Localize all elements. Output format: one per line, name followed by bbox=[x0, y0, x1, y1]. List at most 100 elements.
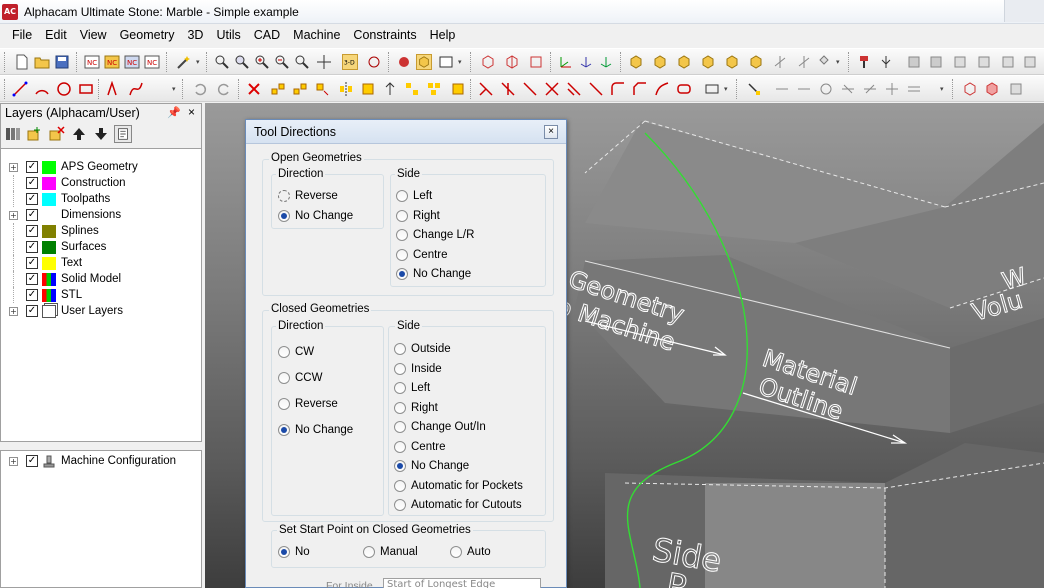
radio-button[interactable] bbox=[278, 424, 290, 436]
radio-no-change[interactable]: No Change bbox=[394, 460, 469, 472]
layers-tree-icon[interactable] bbox=[4, 125, 22, 143]
zoom-previous-icon[interactable] bbox=[294, 54, 310, 70]
axis-work-plane-icon[interactable] bbox=[598, 54, 614, 70]
layer-checkbox[interactable]: ✓ bbox=[26, 177, 38, 189]
radio-button[interactable] bbox=[396, 248, 408, 261]
redo-icon[interactable] bbox=[216, 81, 232, 97]
radio-button[interactable] bbox=[396, 268, 408, 280]
radio-no-change[interactable]: No Change bbox=[278, 424, 353, 436]
break-at-icon[interactable] bbox=[544, 81, 560, 97]
view-bottom-icon[interactable] bbox=[748, 54, 764, 70]
menu-file[interactable]: File bbox=[6, 26, 38, 44]
solid-box-icon[interactable] bbox=[962, 81, 978, 97]
radio-button[interactable] bbox=[363, 546, 375, 558]
layer-checkbox[interactable]: ✓ bbox=[26, 289, 38, 301]
tree-item-toolpaths[interactable]: ✓ Toolpaths bbox=[1, 191, 201, 207]
window-controls[interactable] bbox=[1004, 0, 1044, 22]
radio-button[interactable] bbox=[278, 372, 290, 384]
radio-reverse[interactable]: Reverse bbox=[278, 190, 338, 202]
tool-drill-icon[interactable] bbox=[878, 54, 894, 70]
nc-open-icon[interactable]: NC bbox=[104, 54, 120, 70]
view-top-icon[interactable] bbox=[628, 54, 644, 70]
view-3d-toggle-icon[interactable]: 3-D bbox=[342, 54, 358, 70]
machine-op-3-icon[interactable] bbox=[952, 54, 968, 70]
chevron-down-icon[interactable]: ▾ bbox=[196, 54, 203, 70]
menu-constraints[interactable]: Constraints bbox=[347, 26, 422, 44]
delete-icon[interactable] bbox=[246, 81, 262, 97]
pan-icon[interactable] bbox=[316, 54, 332, 70]
nc-file-icon[interactable]: NC bbox=[84, 54, 100, 70]
pin-icon[interactable]: 📌 bbox=[167, 106, 181, 119]
break-icon[interactable] bbox=[522, 81, 538, 97]
radio-no-change[interactable]: No Change bbox=[278, 210, 353, 222]
radio-button[interactable] bbox=[394, 440, 406, 453]
radio-change-l-r[interactable]: Change L/R bbox=[396, 229, 474, 241]
arrow-down-icon[interactable] bbox=[92, 125, 110, 143]
array-polar-icon[interactable] bbox=[426, 81, 442, 97]
view-rotate-icon[interactable] bbox=[816, 54, 832, 70]
radio-outside[interactable]: Outside bbox=[394, 343, 451, 355]
expand-icon[interactable]: + bbox=[9, 306, 18, 316]
zoom-in-icon[interactable] bbox=[254, 54, 270, 70]
menu-machine[interactable]: Machine bbox=[287, 26, 346, 44]
polyline-tool-icon[interactable] bbox=[106, 81, 122, 97]
menu-view[interactable]: View bbox=[74, 26, 113, 44]
machine-op-2-icon[interactable] bbox=[928, 54, 944, 70]
add-layer-icon[interactable] bbox=[26, 125, 44, 143]
round-rect-icon[interactable] bbox=[676, 81, 692, 97]
circle-tool-icon[interactable] bbox=[56, 81, 72, 97]
radio-centre[interactable]: Centre bbox=[396, 248, 448, 261]
view-front-icon[interactable] bbox=[652, 54, 668, 70]
trim-icon[interactable] bbox=[478, 81, 494, 97]
solid-cut-icon[interactable] bbox=[984, 81, 1000, 97]
chevron-down-icon[interactable]: ▾ bbox=[940, 81, 947, 97]
radio-automatic-for-pockets[interactable]: Automatic for Pockets bbox=[394, 479, 523, 492]
zoom-window-icon[interactable] bbox=[214, 54, 230, 70]
mirror-icon[interactable] bbox=[338, 81, 354, 97]
zoom-out-icon[interactable] bbox=[274, 54, 290, 70]
snap-perp-icon[interactable] bbox=[884, 81, 900, 97]
undo-icon[interactable] bbox=[192, 81, 208, 97]
close-icon[interactable]: × bbox=[188, 105, 195, 119]
split-icon[interactable] bbox=[588, 81, 604, 97]
radio-manual[interactable]: Manual bbox=[363, 546, 418, 558]
scale-icon[interactable] bbox=[360, 81, 376, 97]
nc-save-icon[interactable]: NC bbox=[124, 54, 140, 70]
spline-tool-icon[interactable] bbox=[128, 81, 144, 97]
rotate-icon[interactable] bbox=[314, 81, 330, 97]
snap-icon[interactable] bbox=[746, 81, 762, 97]
view-right-icon[interactable] bbox=[676, 54, 692, 70]
radio-no-change[interactable]: No Change bbox=[396, 268, 471, 280]
cube-wire-icon[interactable] bbox=[504, 54, 520, 70]
radio-button[interactable] bbox=[278, 210, 290, 222]
radio-button[interactable] bbox=[394, 362, 406, 375]
snap-end-icon[interactable] bbox=[774, 81, 790, 97]
view-back-icon[interactable] bbox=[724, 54, 740, 70]
view-custom-icon[interactable] bbox=[796, 54, 812, 70]
radio-button[interactable] bbox=[396, 229, 408, 241]
radio-button[interactable] bbox=[394, 460, 406, 472]
new-file-icon[interactable] bbox=[14, 54, 30, 70]
layer-checkbox[interactable]: ✓ bbox=[26, 161, 38, 173]
line-tool-icon[interactable] bbox=[12, 81, 28, 97]
menu-geometry[interactable]: Geometry bbox=[114, 26, 181, 44]
magic-wand-icon[interactable] bbox=[176, 54, 192, 70]
chevron-down-icon[interactable]: ▾ bbox=[724, 81, 731, 97]
array-rect-icon[interactable] bbox=[404, 81, 420, 97]
toolbar-grip[interactable] bbox=[4, 79, 6, 99]
tree-item-dimensions[interactable]: + ✓ Dimensions bbox=[1, 207, 201, 223]
menu-utils[interactable]: Utils bbox=[210, 26, 246, 44]
radio-centre[interactable]: Centre bbox=[394, 440, 446, 453]
radio-button[interactable] bbox=[450, 546, 462, 558]
snap-tangent-icon[interactable] bbox=[862, 81, 878, 97]
chevron-down-icon[interactable]: ▾ bbox=[458, 54, 465, 70]
axis-xyz-icon[interactable] bbox=[558, 54, 574, 70]
radio-button[interactable] bbox=[396, 209, 408, 222]
menu-help[interactable]: Help bbox=[424, 26, 462, 44]
rotate-view-icon[interactable] bbox=[366, 54, 382, 70]
radio-inside[interactable]: Inside bbox=[394, 362, 442, 375]
radio-button[interactable] bbox=[278, 190, 290, 202]
app-icon[interactable]: AC bbox=[2, 3, 18, 20]
radio-change-out-in[interactable]: Change Out/In bbox=[394, 421, 486, 433]
for-inside-select[interactable]: Start of Longest Edge bbox=[383, 578, 541, 588]
